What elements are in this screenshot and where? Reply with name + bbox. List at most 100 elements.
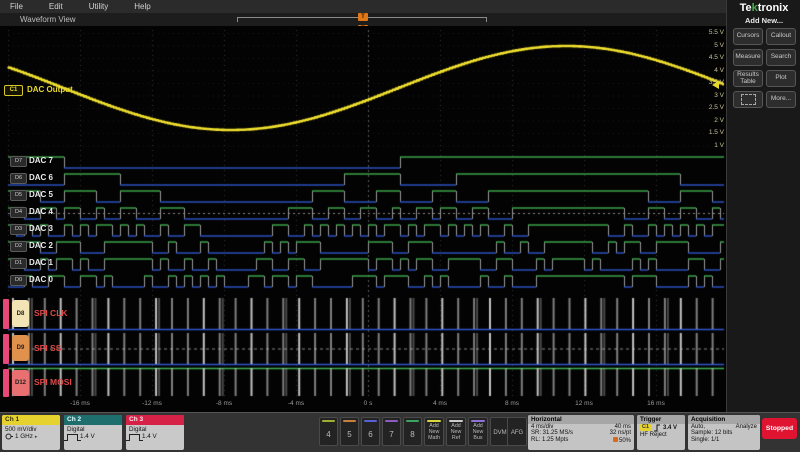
probe-icon: [5, 433, 13, 440]
add-new-bus-button[interactable]: Add New Bus: [468, 417, 488, 446]
digital-badge-d1[interactable]: D1: [10, 258, 27, 269]
ch8-button[interactable]: 8: [403, 417, 422, 446]
menu-bar: File Edit Utility Help: [0, 0, 726, 13]
more-button[interactable]: More...: [766, 91, 796, 108]
v-label: 5 V: [698, 42, 724, 49]
digital-badge-d7[interactable]: D7: [10, 156, 27, 167]
draw-a-box-icon: [741, 94, 756, 105]
acquisition-title: Acquisition: [688, 415, 760, 424]
add-new-ref-button[interactable]: Add New Ref: [446, 417, 466, 446]
ch2-mode: Digital: [64, 425, 122, 433]
trigger-position-marker-top[interactable]: T: [358, 13, 368, 21]
run-stop-button[interactable]: Stopped: [762, 418, 797, 439]
spi-mosi-label[interactable]: SPI MOSI: [34, 377, 72, 387]
digital-label-dac7[interactable]: DAC 7: [29, 156, 53, 165]
draw-a-box-button[interactable]: [733, 91, 763, 108]
add-new-math-button[interactable]: Add New Math: [424, 417, 444, 446]
measure-button[interactable]: Measure: [733, 49, 763, 66]
time-label: -4 ms: [274, 400, 318, 407]
settings-bar: Ch 1 500 mV/div 1 GHz ▸ Ch 2 Digital 1.4…: [0, 412, 800, 452]
callout-button[interactable]: Callout: [766, 28, 796, 45]
v-label: 5.5 V: [698, 29, 724, 36]
spi-clk-chip[interactable]: D8: [12, 300, 29, 327]
time-label: 4 ms: [418, 400, 462, 407]
spi-group-bar[interactable]: [3, 369, 9, 397]
digital-badge-d6[interactable]: D6: [10, 173, 27, 184]
square-wave-icon: [67, 434, 78, 440]
trigger-level-arrow[interactable]: [712, 81, 719, 89]
oscilloscope-app: File Edit Utility Help Waveform View T T…: [0, 0, 800, 452]
digital-badge-d2[interactable]: D2: [10, 241, 27, 252]
ch3-mode: Digital: [126, 425, 184, 433]
menu-utility[interactable]: Utility: [89, 2, 109, 11]
digital-label-dac0[interactable]: DAC 0: [29, 275, 53, 284]
digital-label-dac3[interactable]: DAC 3: [29, 224, 53, 233]
spi-ss-chip[interactable]: D9: [12, 335, 29, 361]
time-label: 0 s: [346, 400, 390, 407]
square-wave-icon: [129, 434, 140, 440]
rising-edge-icon: [653, 424, 661, 432]
spi-clk-label[interactable]: SPI CLK: [34, 308, 68, 318]
ch6-button[interactable]: 6: [361, 417, 380, 446]
v-label: 3.5 V: [698, 79, 724, 86]
add-new-header: Add New...: [727, 16, 800, 25]
time-label: -8 ms: [202, 400, 246, 407]
plot-button[interactable]: Plot: [766, 70, 796, 87]
spi-group-bar[interactable]: [3, 299, 9, 329]
ch3-threshold: 1.4 V: [126, 433, 184, 441]
spi-ss-label[interactable]: SPI SS: [34, 343, 61, 353]
ch5-button[interactable]: 5: [340, 417, 359, 446]
menu-file[interactable]: File: [10, 2, 23, 11]
trigger-coupling: HF Reject: [637, 432, 685, 438]
results-table-button[interactable]: Results Table: [733, 70, 763, 87]
analog-trace-label[interactable]: DAC Output: [27, 85, 73, 94]
v-label: 1.5 V: [698, 129, 724, 136]
menu-edit[interactable]: Edit: [49, 2, 63, 11]
time-label: 8 ms: [490, 400, 534, 407]
v-label: 2.5 V: [698, 104, 724, 111]
digital-label-dac6[interactable]: DAC 6: [29, 173, 53, 182]
ch4-button[interactable]: 4: [319, 417, 338, 446]
trigger-source-chip: C1: [640, 424, 651, 431]
digital-badge-d0[interactable]: D0: [10, 275, 27, 286]
acquisition-badge[interactable]: Acquisition Auto,Analyze Sample: 12 bits…: [688, 415, 760, 450]
ch7-button[interactable]: 7: [382, 417, 401, 446]
position-icon: [613, 437, 618, 442]
digital-badge-d3[interactable]: D3: [10, 224, 27, 235]
record-view-cap-right: [486, 17, 487, 22]
bandwidth-icon: ▸: [35, 434, 38, 440]
results-bar: Tektronix Add New... Cursors Callout Mea…: [726, 0, 800, 412]
waveform-canvas[interactable]: [0, 26, 726, 412]
ch1-bandwidth: 1 GHz ▸: [2, 433, 60, 441]
ch1-name: Ch 1: [2, 415, 60, 425]
tab-waveform-view[interactable]: Waveform View: [20, 15, 76, 24]
search-button[interactable]: Search: [766, 49, 796, 66]
ch2-badge[interactable]: Ch 2 Digital 1.4 V: [64, 415, 122, 450]
channel1-reference-marker[interactable]: C1: [4, 85, 23, 96]
ch2-threshold: 1.4 V: [64, 433, 122, 441]
afg-button[interactable]: AFG: [507, 417, 527, 446]
time-label: 12 ms: [562, 400, 606, 407]
v-label: 4 V: [698, 67, 724, 74]
trigger-title: Trigger: [637, 415, 685, 424]
menu-help[interactable]: Help: [134, 2, 150, 11]
record-view-cap-left: [237, 17, 238, 22]
ch3-badge[interactable]: Ch 3 Digital 1.4 V: [126, 415, 184, 450]
tektronix-logo: Tektronix: [727, 2, 800, 14]
horizontal-badge[interactable]: Horizontal 4 ms/div40 ms SR: 31.25 MS/s3…: [528, 415, 634, 450]
digital-label-dac2[interactable]: DAC 2: [29, 241, 53, 250]
digital-label-dac1[interactable]: DAC 1: [29, 258, 53, 267]
digital-label-dac4[interactable]: DAC 4: [29, 207, 53, 216]
digital-label-dac5[interactable]: DAC 5: [29, 190, 53, 199]
time-label: 16 ms: [634, 400, 678, 407]
digital-badge-d5[interactable]: D5: [10, 190, 27, 201]
time-label: -16 ms: [58, 400, 102, 407]
cursors-button[interactable]: Cursors: [733, 28, 763, 45]
digital-badge-d4[interactable]: D4: [10, 207, 27, 218]
trigger-badge[interactable]: Trigger C1 3.4 V HF Reject: [637, 415, 685, 450]
ch1-badge[interactable]: Ch 1 500 mV/div 1 GHz ▸: [2, 415, 60, 450]
spi-mosi-chip[interactable]: D12: [12, 370, 29, 396]
spi-group-bar[interactable]: [3, 334, 9, 364]
ch2-name: Ch 2: [64, 415, 122, 425]
ch3-name: Ch 3: [126, 415, 184, 425]
